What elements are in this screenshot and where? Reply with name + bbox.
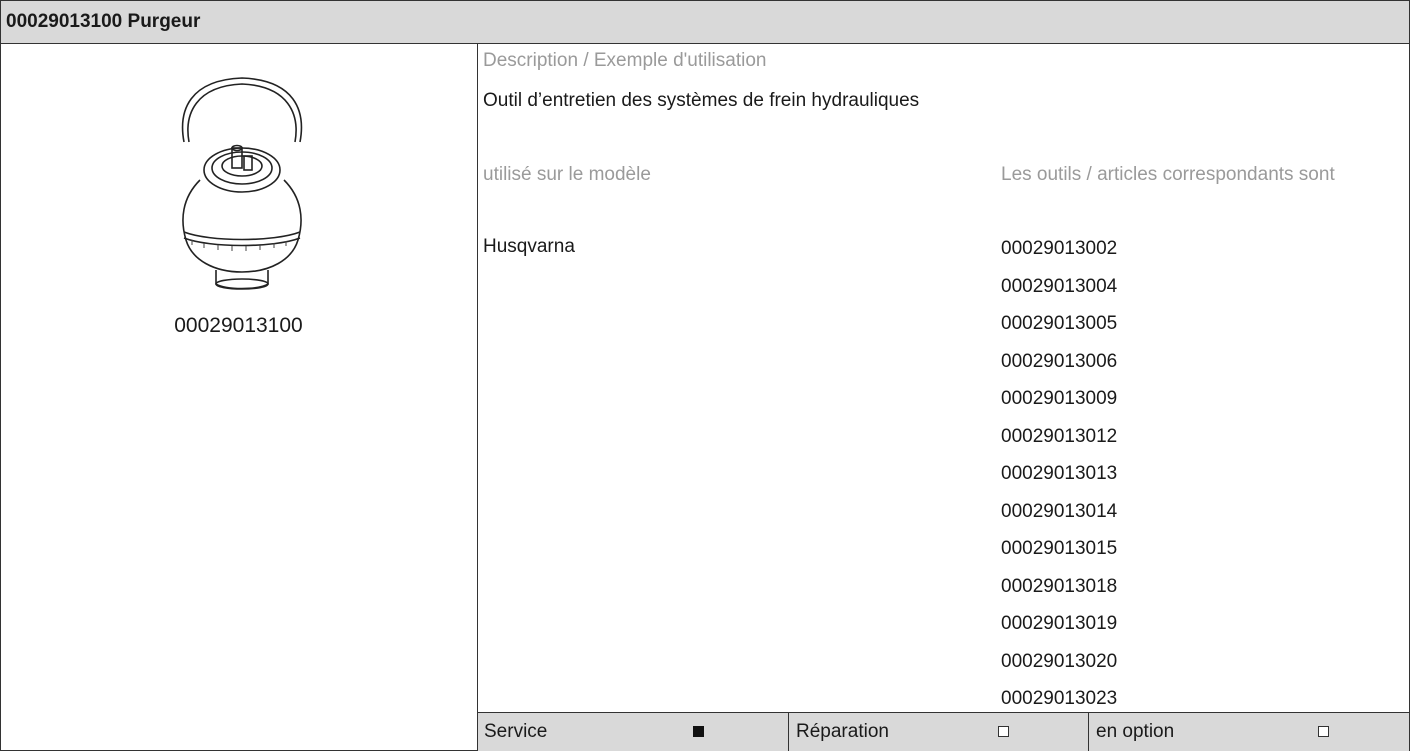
list-item: 00029013004 [1001, 275, 1118, 297]
related-tools-label: Les outils / articles correspondants son… [1001, 164, 1335, 185]
repair-label: Réparation [796, 721, 889, 742]
list-item: 00029013020 [1001, 650, 1118, 672]
list-item: 00029013019 [1001, 613, 1118, 634]
list-item: 00029013006 [1001, 350, 1118, 372]
page-title: 00029013100 Purgeur [6, 11, 201, 32]
column-divider [477, 43, 478, 750]
tool-number-caption: 00029013100 [174, 314, 303, 337]
related-tools-list: 00029013002 00029013004 00029013005 0002… [1001, 230, 1117, 718]
footer-bar: Service Réparation en option [478, 712, 1409, 751]
title-bar: 00029013100 Purgeur [1, 1, 1409, 44]
list-item: 00029013013 [1001, 463, 1118, 484]
list-item: 00029013009 [1001, 388, 1118, 409]
list-item: 00029013002 [1001, 238, 1118, 259]
list-item: 00029013015 [1001, 538, 1118, 559]
service-checkbox[interactable] [693, 726, 704, 737]
footer-divider [1088, 713, 1089, 751]
description-label: Description / Exemple d'utilisation [483, 50, 767, 71]
list-item: 00029013012 [1001, 425, 1118, 447]
model-value: Husqvarna [483, 236, 575, 257]
service-label: Service [484, 721, 548, 742]
repair-checkbox[interactable] [998, 726, 1009, 737]
optional-label: en option [1096, 721, 1175, 742]
list-item: 00029013005 [1001, 313, 1118, 334]
tool-sheet: 00029013100 Purgeur 00029013100 Descript… [0, 0, 1410, 751]
optional-checkbox[interactable] [1318, 726, 1329, 737]
list-item: 00029013014 [1001, 500, 1118, 522]
brake-bleeder-illustration [181, 77, 303, 290]
description-text: Outil d’entretien des systèmes de frein … [483, 90, 920, 111]
list-item: 00029013018 [1001, 575, 1118, 597]
model-label: utilisé sur le modèle [483, 164, 651, 185]
footer-divider [788, 713, 789, 751]
